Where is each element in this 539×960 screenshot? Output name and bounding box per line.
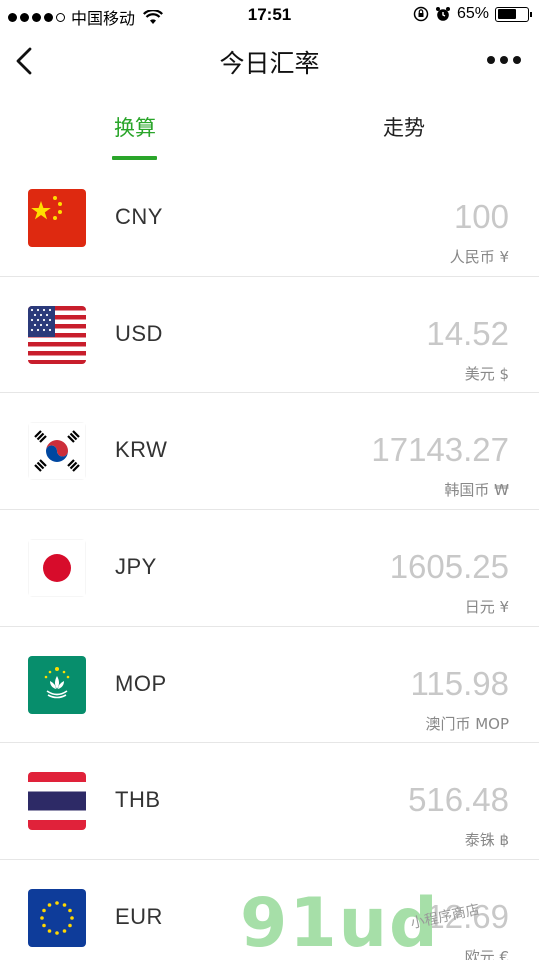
status-bar: 中国移动 17:51 65% [0, 0, 539, 30]
tab-trend[interactable]: 走势 [344, 112, 464, 142]
currency-row-usd[interactable]: USD 14.52 美元 $ [0, 277, 539, 394]
currency-unit: 澳门币 MOP [425, 714, 509, 733]
currency-amount[interactable]: 115.98 [411, 665, 509, 703]
currency-amount[interactable]: 14.52 [426, 315, 509, 353]
alarm-icon [435, 7, 450, 21]
currency-unit: 日元 ¥ [464, 598, 509, 617]
watermark-logo: 91ud [240, 884, 440, 960]
currency-unit: 美元 $ [464, 364, 509, 383]
currency-amount[interactable]: 1605.25 [390, 548, 509, 586]
currency-row-krw[interactable]: KRW 17143.27 韩国币 ₩ [0, 393, 539, 511]
currency-code: CNY [115, 204, 163, 229]
china-flag-icon [28, 189, 86, 247]
currency-code: THB [115, 787, 161, 813]
currency-unit: 人民币 ¥ [449, 248, 509, 266]
currency-unit: 韩国币 ₩ [444, 481, 509, 500]
currency-code: KRW [115, 437, 168, 463]
currency-code: MOP [115, 670, 167, 696]
tab-convert[interactable]: 换算 [75, 112, 195, 142]
korea-flag-icon [28, 422, 86, 481]
currency-row-thb[interactable]: THB 516.48 泰铢 ฿ [0, 743, 539, 861]
japan-flag-icon [28, 539, 86, 598]
eu-flag-icon [28, 889, 86, 948]
currency-amount[interactable]: 17143.27 [371, 431, 509, 469]
usa-flag-icon [28, 305, 86, 364]
macau-flag-icon [28, 655, 86, 714]
navigation-bar: 今日汇率 [0, 30, 539, 92]
currency-list: CNY 100 人民币 ¥ USD 14.52 美元 $ KRW 17143.2… [0, 160, 539, 960]
thailand-flag-icon [28, 772, 86, 831]
status-right: 65% [413, 5, 532, 23]
orientation-lock-icon [413, 6, 429, 22]
battery-fill [497, 9, 517, 19]
currency-code: JPY [115, 554, 157, 580]
currency-amount[interactable]: 100 [454, 198, 509, 236]
currency-amount[interactable]: 516.48 [408, 781, 509, 819]
currency-row-mop[interactable]: MOP 115.98 澳门币 MOP [0, 627, 539, 744]
currency-code: USD [115, 320, 163, 346]
page-title: 今日汇率 [219, 49, 320, 78]
currency-unit: 泰铢 ฿ [464, 831, 509, 850]
more-options-icon[interactable] [487, 56, 521, 64]
battery-icon [495, 6, 532, 22]
currency-row-cny[interactable]: CNY 100 人民币 ¥ [0, 160, 539, 277]
currency-unit: 欧元 € [464, 948, 509, 960]
currency-code: EUR [115, 904, 163, 930]
currency-row-jpy[interactable]: JPY 1605.25 日元 ¥ [0, 510, 539, 627]
battery-percent: 65% [456, 5, 489, 22]
